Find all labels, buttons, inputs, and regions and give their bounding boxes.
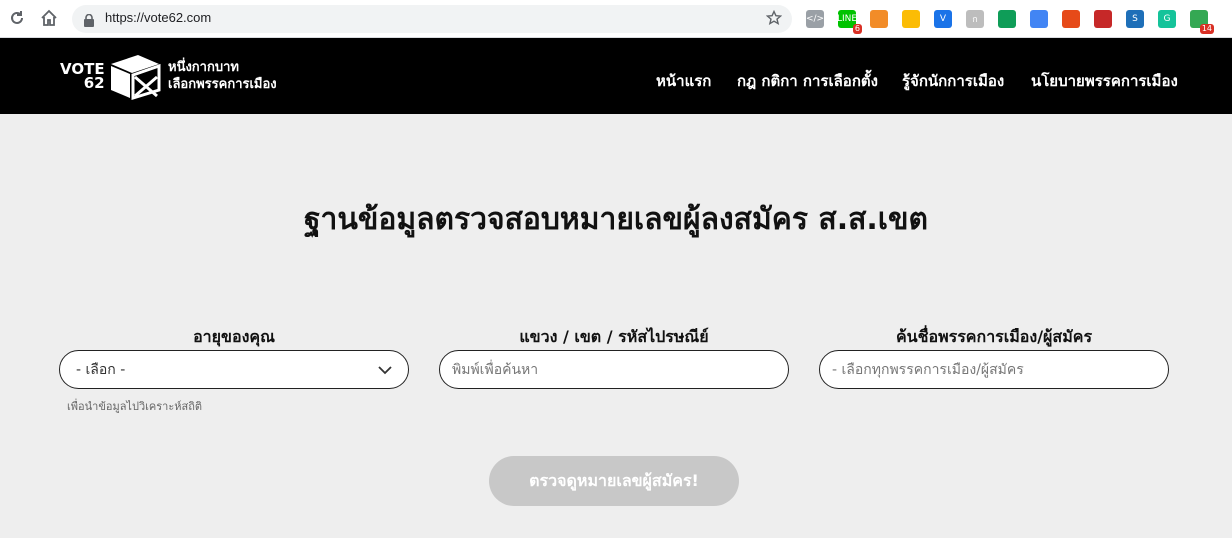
check-candidate-button[interactable]: ตรวจดูหมายเลขผู้สมัคร! xyxy=(489,456,739,506)
menu-politicians[interactable]: รู้จักนักการเมือง xyxy=(902,69,1004,93)
pdf-ext-icon[interactable] xyxy=(1094,10,1112,28)
ballot-box-icon xyxy=(108,52,162,104)
grammarly-icon[interactable]: G xyxy=(1158,10,1176,28)
age-select[interactable]: - เลือก - xyxy=(59,350,409,389)
office-ext-icon[interactable] xyxy=(1062,10,1080,28)
logo-wordmark[interactable]: VOTE 62 xyxy=(60,62,105,92)
extension-badge: 6 xyxy=(852,24,862,34)
home-icon[interactable] xyxy=(38,7,60,29)
logo-62-text: 62 xyxy=(83,74,105,92)
thai-ext-icon[interactable]: ก xyxy=(966,10,984,28)
compass-ext-icon[interactable] xyxy=(1030,10,1048,28)
menu-party-policies[interactable]: นโยบายพรรคการเมือง xyxy=(1031,69,1178,93)
reload-icon[interactable] xyxy=(6,7,28,29)
area-label: แขวง / เขต / รหัสไปรษณีย์ xyxy=(519,327,709,346)
extension-badge: 14 xyxy=(1199,24,1214,34)
logo-tagline-line1: หนึ่งกากบาท xyxy=(168,60,239,75)
s-ext-icon[interactable]: S xyxy=(1126,10,1144,28)
url-text: https://vote62.com xyxy=(105,10,212,25)
party-label: ค้นชื่อพรรคการเมือง/ผู้สมัคร xyxy=(895,327,1093,346)
code-ext-icon[interactable]: </> xyxy=(806,10,824,28)
menu-election-rules[interactable]: กฎ กติกา การเลือกตั้ง xyxy=(737,69,878,93)
party-placeholder: - เลือกทุกพรรคการเมือง/ผู้สมัคร xyxy=(832,361,1024,378)
party-search-input[interactable]: - เลือกทุกพรรคการเมือง/ผู้สมัคร xyxy=(819,350,1169,389)
extension-glyph: S xyxy=(1132,14,1138,24)
page-title: ฐานข้อมูลตรวจสอบหมายเลขผู้ลงสมัคร ส.ส.เข… xyxy=(303,202,929,237)
basketball-ext-icon[interactable] xyxy=(870,10,888,28)
mail-ext-icon[interactable]: 14 xyxy=(1190,10,1214,34)
v-ext-icon[interactable]: V xyxy=(934,10,952,28)
extension-glyph: V xyxy=(939,14,947,24)
area-search-input[interactable]: พิมพ์เพื่อค้นหา xyxy=(439,350,789,389)
age-hint: เพื่อนำข้อมูลไปวิเคราะห์สถิติ xyxy=(67,400,203,413)
extension-glyph: ก xyxy=(972,15,978,25)
browser-toolbar: https://vote62.com </> LINE 6 V ก S G 14 xyxy=(0,0,1232,38)
extension-glyph: LINE xyxy=(836,14,858,24)
area-placeholder: พิมพ์เพื่อค้นหา xyxy=(452,361,539,378)
logo-tagline-line2: เลือกพรรคการเมือง xyxy=(168,77,277,92)
google-drive-icon[interactable] xyxy=(998,10,1016,28)
menu-home[interactable]: หน้าแรก xyxy=(656,69,711,93)
age-label: อายุของคุณ xyxy=(193,327,275,346)
extension-glyph: G xyxy=(1163,14,1171,24)
extension-glyph: </> xyxy=(805,14,825,24)
site-header: VOTE 62 หนึ่งกากบาท เลือกพรรคการเมือง หน… xyxy=(0,38,1232,114)
chevron-down-icon xyxy=(378,363,392,379)
grid-ext-icon[interactable] xyxy=(902,10,920,28)
logo-tagline: หนึ่งกากบาท เลือกพรรคการเมือง xyxy=(168,59,277,93)
age-select-value: - เลือก - xyxy=(76,361,126,378)
line-ext-icon[interactable]: LINE 6 xyxy=(836,10,862,34)
lock-icon xyxy=(84,12,94,31)
bookmark-star-icon[interactable] xyxy=(765,9,783,30)
address-bar[interactable]: https://vote62.com xyxy=(72,5,792,33)
